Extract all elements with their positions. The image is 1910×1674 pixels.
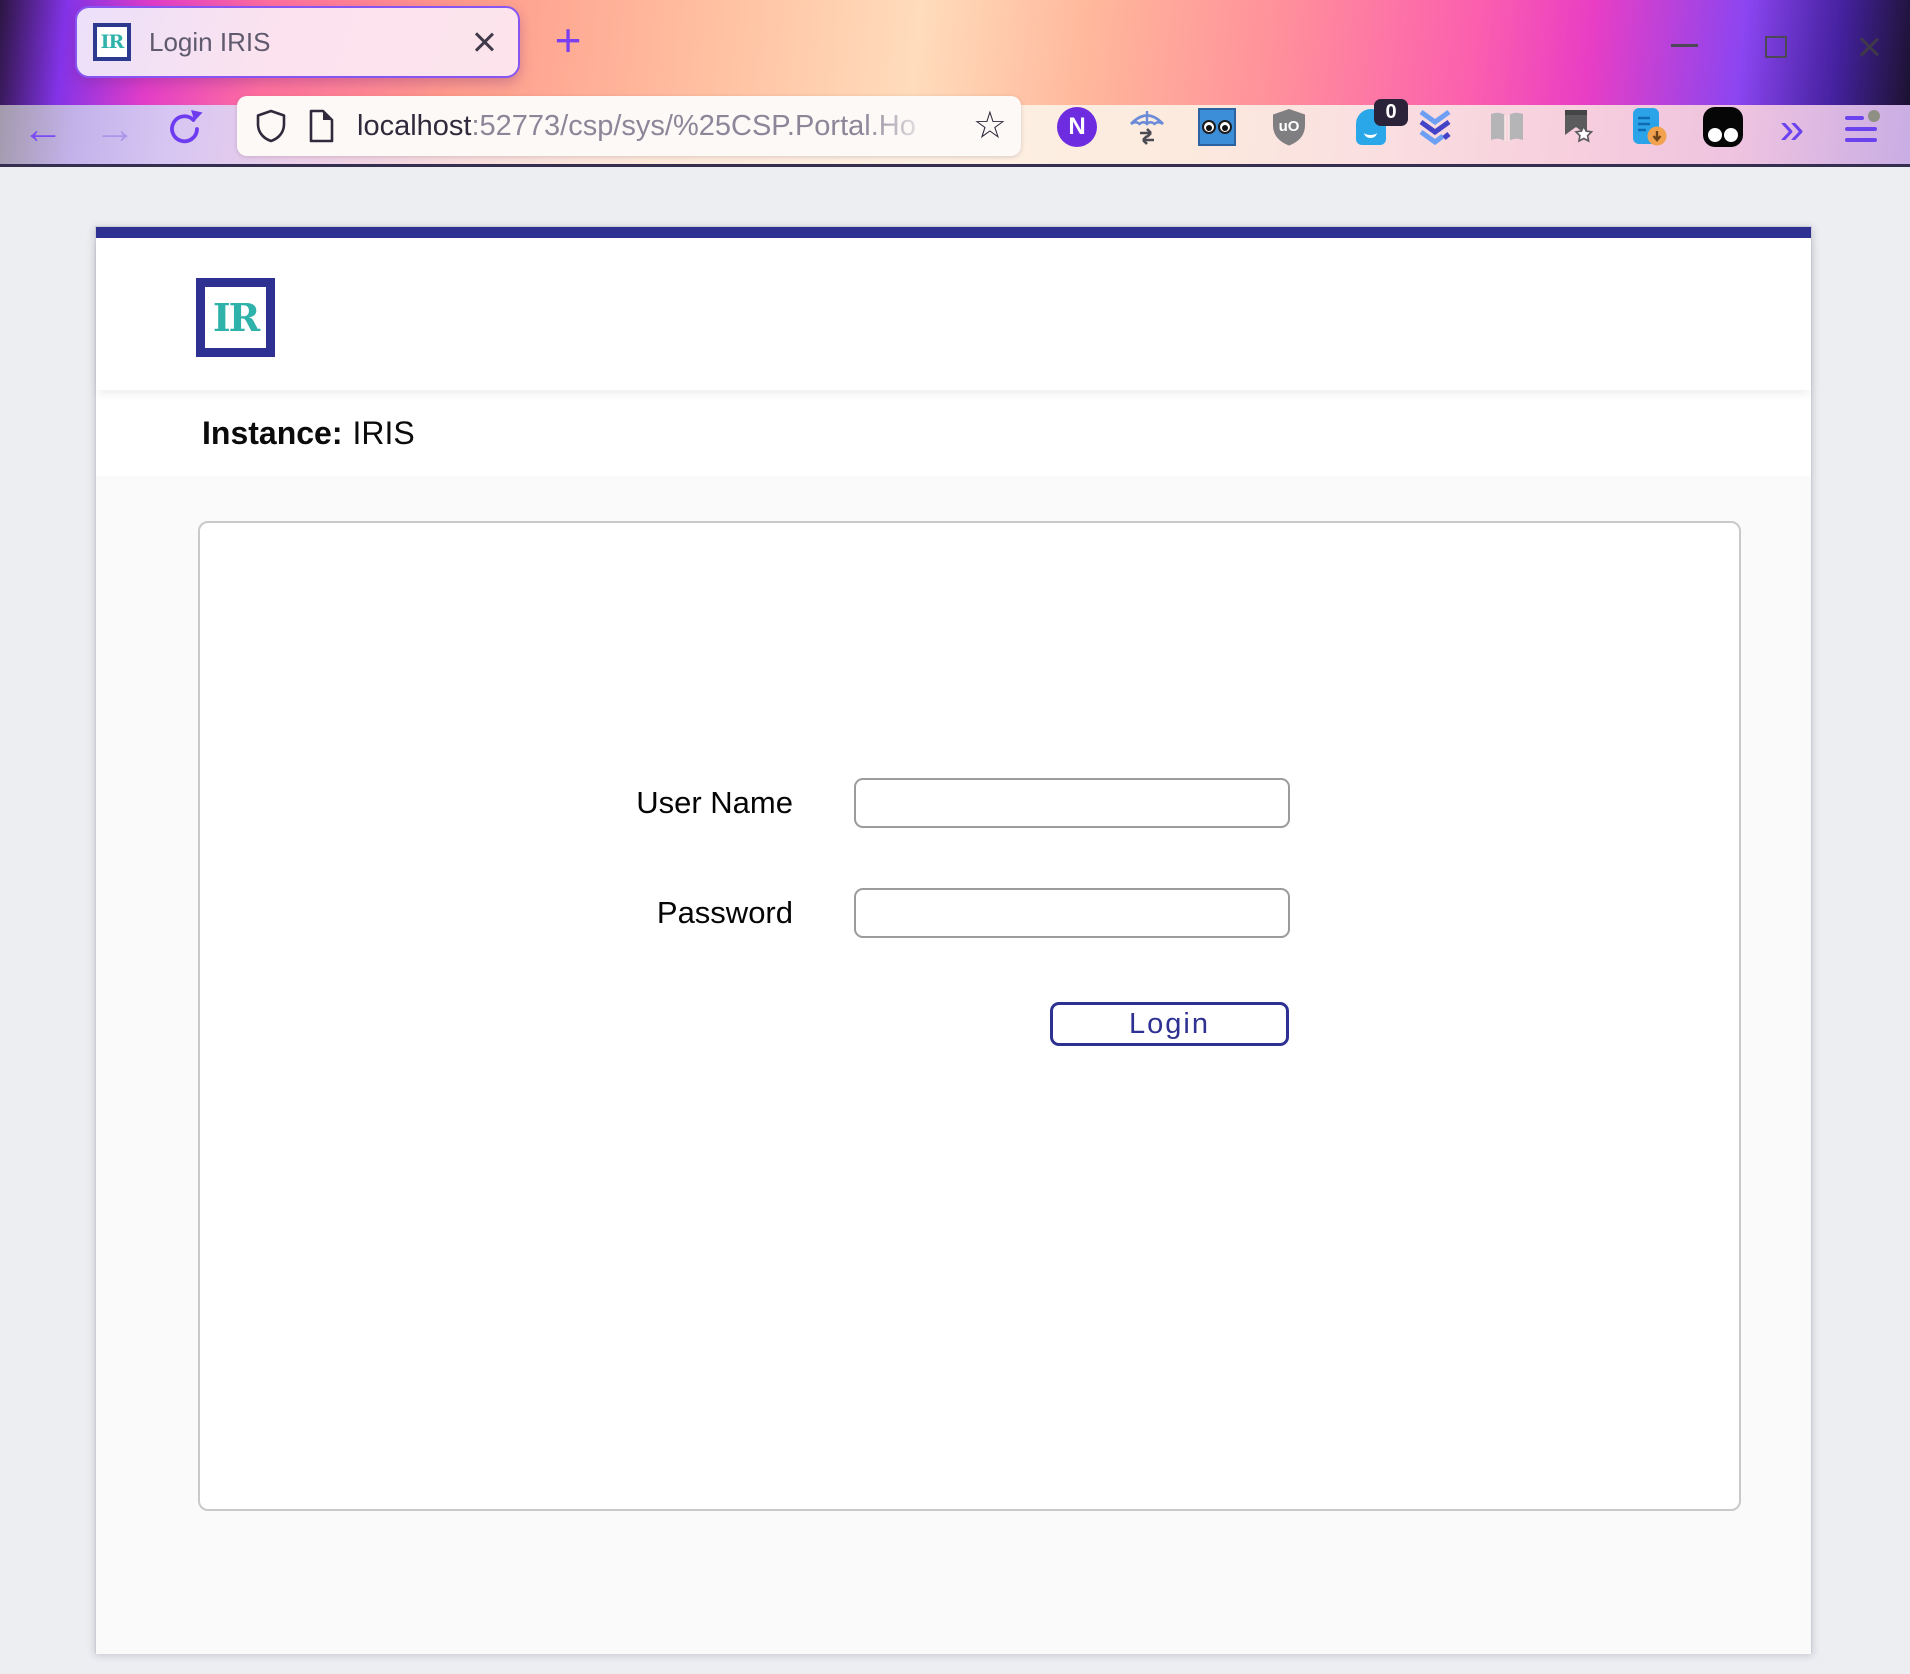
- toolbar-overflow-button[interactable]: »: [1772, 99, 1812, 159]
- tab-favicon-icon: IR: [93, 23, 131, 61]
- ghost-icon: 0: [1356, 109, 1386, 145]
- url-text[interactable]: localhost:52773/csp/sys/%25CSP.Portal.Ho…: [357, 96, 917, 156]
- url-host: localhost: [357, 110, 471, 142]
- login-card: IR Instance: IRIS User Name Password Logi…: [95, 226, 1812, 1653]
- extension-sync-button[interactable]: [1126, 106, 1168, 148]
- login-button[interactable]: Login: [1050, 1002, 1289, 1046]
- password-label: Password: [200, 894, 793, 932]
- brand-top-bar: [96, 227, 1811, 238]
- menu-button[interactable]: [1845, 113, 1879, 149]
- umbrella-sync-icon: [1127, 106, 1167, 148]
- window-minimize-button[interactable]: [1671, 44, 1698, 47]
- open-book-icon: [1486, 108, 1528, 146]
- login-panel: User Name Password Login: [198, 521, 1741, 1511]
- black-mask-icon: [1703, 107, 1743, 147]
- extension-mask-button[interactable]: [1702, 106, 1744, 148]
- extension-googly-button[interactable]: [1196, 106, 1238, 148]
- svg-text:uO: uO: [1279, 118, 1300, 135]
- extension-ublock-button[interactable]: uO: [1268, 106, 1310, 148]
- instance-row: Instance: IRIS: [96, 390, 1811, 476]
- card-body: User Name Password Login: [96, 476, 1811, 1654]
- instance-value: IRIS: [352, 415, 414, 451]
- tab-close-icon[interactable]: [472, 30, 496, 54]
- browser-tab[interactable]: IR Login IRIS: [75, 6, 520, 78]
- extension-docdownload-button[interactable]: [1628, 106, 1670, 148]
- browser-chrome: IR Login IRIS + ← → localhost:52773/csp/…: [0, 0, 1910, 167]
- extension-book-button[interactable]: [1486, 106, 1528, 148]
- card-header: IR: [96, 238, 1811, 390]
- document-download-icon: [1629, 106, 1669, 148]
- ghostery-badge: 0: [1374, 99, 1408, 126]
- page-info-icon[interactable]: [307, 109, 335, 143]
- window-maximize-button[interactable]: [1765, 36, 1787, 58]
- googly-eyes-icon: [1198, 108, 1236, 146]
- extension-chevrons-button[interactable]: [1414, 106, 1456, 148]
- username-label: User Name: [200, 784, 793, 822]
- bookmark-star-icon: [1557, 107, 1597, 147]
- tab-title: Login IRIS: [149, 27, 472, 58]
- instance-label: Instance:: [202, 415, 342, 451]
- forward-button[interactable]: →: [92, 101, 138, 159]
- page-background: IR Instance: IRIS User Name Password Logi…: [0, 167, 1910, 1674]
- extension-n-button[interactable]: N: [1056, 106, 1098, 148]
- reload-icon: [164, 107, 206, 149]
- back-button[interactable]: ←: [20, 101, 66, 159]
- new-tab-button[interactable]: +: [546, 18, 590, 64]
- iris-logo: IR: [196, 278, 275, 357]
- username-input[interactable]: [854, 778, 1290, 828]
- bookmark-star-icon[interactable]: ☆: [973, 96, 1007, 156]
- menu-status-dot: [1868, 110, 1880, 122]
- ublock-shield-icon: uO: [1270, 107, 1308, 147]
- chevrons-icon: [1415, 107, 1455, 147]
- reload-button[interactable]: [164, 107, 210, 165]
- url-path: :52773/csp/sys/%25CSP.Portal.Home.zen: [471, 110, 917, 142]
- shield-permissions-icon[interactable]: [255, 109, 287, 143]
- window-close-button[interactable]: [1857, 35, 1881, 59]
- url-fade-overlay: [863, 98, 963, 154]
- extension-ghostery-button[interactable]: 0: [1350, 106, 1392, 148]
- extension-bookmark-button[interactable]: [1556, 106, 1598, 148]
- n-circle-icon: N: [1057, 107, 1097, 147]
- url-bar[interactable]: localhost:52773/csp/sys/%25CSP.Portal.Ho…: [237, 96, 1021, 156]
- password-input[interactable]: [854, 888, 1290, 938]
